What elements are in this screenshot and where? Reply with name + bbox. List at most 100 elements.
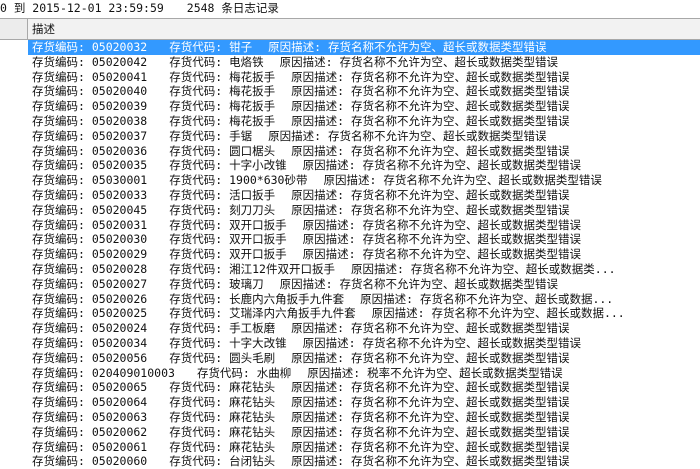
log-row[interactable]: 存货编码: 05020063 存货代码: 麻花钻头 原因描述: 存货名称不允许为空、… <box>0 409 700 425</box>
row-selector[interactable] <box>0 395 28 410</box>
column-header-description[interactable]: 描述 <box>28 19 55 39</box>
description-cell[interactable]: 存货编码: 05020029 存货代码: 双开口扳手 原因描述: 存货名称不允许为空… <box>28 247 700 262</box>
description-cell[interactable]: 存货编码: 05020037 存货代码: 手锯 原因描述: 存货名称不允许为空、超长… <box>28 129 700 144</box>
log-row[interactable]: 存货编码: 05020040 存货代码: 梅花扳手 原因描述: 存货名称不允许为空、… <box>0 84 700 100</box>
log-row[interactable]: 存货编码: 05020035 存货代码: 十字小改锥 原因描述: 存货名称不允许为空… <box>0 158 700 174</box>
log-row[interactable]: 存货编码: 05020024 存货代码: 手工板磨 原因描述: 存货名称不允许为空、… <box>0 321 700 336</box>
description-cell[interactable]: 存货编码: 05020042 存货代码: 电烙铁 原因描述: 存货名称不允许为空、超… <box>28 55 700 70</box>
log-row[interactable]: 存货编码: 05030001 存货代码: 1900*630砂带 原因描述: 存货名称… <box>0 173 700 188</box>
row-selector[interactable] <box>0 365 28 381</box>
inventory-name-text: 存货代码: 手工板磨 <box>169 321 276 336</box>
row-selector[interactable] <box>0 202 28 218</box>
inventory-name-text: 存货代码: 艾瑞泽内六角扳手九件套 <box>169 306 356 321</box>
log-row[interactable]: 存货编码: 05020034 存货代码: 十字大改锥 原因描述: 存货名称不允许为空… <box>0 335 700 351</box>
row-selector[interactable] <box>0 173 28 188</box>
log-row[interactable]: 存货编码: 05020032 存货代码: 钳子 原因描述: 存货名称不允许为空、超长… <box>0 40 700 55</box>
row-selector[interactable] <box>0 247 28 262</box>
row-selector[interactable] <box>0 99 28 114</box>
inventory-code-text: 存货编码: 05020026 <box>32 291 148 306</box>
log-row[interactable]: 存货编码: 05020026 存货代码: 长鹿内六角扳手九件套 原因描述: 存货名称… <box>0 291 700 307</box>
reason-text: 原因描述: 存货名称不允许为空、超长或数据类型错误 <box>302 247 581 262</box>
row-selector[interactable] <box>0 84 28 100</box>
description-cell[interactable]: 存货编码: 05020030 存货代码: 双开口扳手 原因描述: 存货名称不允许为空… <box>28 232 700 247</box>
row-selector[interactable] <box>0 217 28 233</box>
row-selector[interactable] <box>0 291 28 307</box>
inventory-name-text: 存货代码: 电烙铁 <box>169 54 264 69</box>
description-cell[interactable]: 存货编码: 05020033 存货代码: 活口扳手 原因描述: 存货名称不允许为空、… <box>28 188 700 203</box>
description-cell[interactable]: 存货编码: 05020027 存货代码: 玻璃刀 原因描述: 存货名称不允许为空、超… <box>28 277 700 292</box>
inventory-code-text: 存货编码: 05020028 <box>32 261 148 276</box>
reason-text: 原因描述: 存货名称不允许为空、超长或数据类型错误 <box>268 128 547 143</box>
row-selector[interactable] <box>0 261 28 277</box>
log-row[interactable]: 存货编码: 05020064 存货代码: 麻花钻头 原因描述: 存货名称不允许为空、… <box>0 395 700 410</box>
log-row[interactable]: 存货编码: 05020042 存货代码: 电烙铁 原因描述: 存货名称不允许为空、超… <box>0 54 700 70</box>
log-row[interactable]: 存货编码: 020409010003 存货代码: 水曲柳 原因描述: 税率不允许为空… <box>0 365 700 381</box>
description-cell[interactable]: 存货编码: 05020065 存货代码: 麻花钻头 原因描述: 存货名称不允许为空、… <box>28 380 700 395</box>
log-row[interactable]: 存货编码: 05020060 存货代码: 台闭钻头 原因描述: 存货名称不允许为空、… <box>0 454 700 469</box>
row-selector[interactable] <box>0 187 28 203</box>
description-cell[interactable]: 存货编码: 05020036 存货代码: 圆口椐头 原因描述: 存货名称不允许为空、… <box>28 144 700 159</box>
row-selector[interactable] <box>0 409 28 425</box>
row-selector[interactable] <box>0 335 28 351</box>
description-cell[interactable]: 存货编码: 05020056 存货代码: 圆头毛刷 原因描述: 存货名称不允许为空、… <box>28 351 700 366</box>
reason-text: 原因描述: 存货名称不允许为空、超长或数据类型错误 <box>291 380 570 395</box>
log-row[interactable]: 存货编码: 05020041 存货代码: 梅花扳手 原因描述: 存货名称不允许为空、… <box>0 69 700 85</box>
description-cell[interactable]: 存货编码: 05020035 存货代码: 十字小改锥 原因描述: 存货名称不允许为空… <box>28 158 700 173</box>
inventory-name-text: 存货代码: 麻花钻头 <box>169 424 276 439</box>
description-cell[interactable]: 存货编码: 020409010003 存货代码: 水曲柳 原因描述: 税率不允许为空… <box>28 366 700 381</box>
description-cell[interactable]: 存货编码: 05020032 存货代码: 钳子 原因描述: 存货名称不允许为空、超长… <box>28 40 700 55</box>
log-row[interactable]: 存货编码: 05020036 存货代码: 圆口椐头 原因描述: 存货名称不允许为空、… <box>0 143 700 159</box>
log-row[interactable]: 存货编码: 05020031 存货代码: 双开口扳手 原因描述: 存货名称不允许为空… <box>0 217 700 233</box>
log-row[interactable]: 存货编码: 05020027 存货代码: 玻璃刀 原因描述: 存货名称不允许为空、超… <box>0 276 700 292</box>
description-cell[interactable]: 存货编码: 05020064 存货代码: 麻花钻头 原因描述: 存货名称不允许为空、… <box>28 395 700 410</box>
inventory-name-text: 存货代码: 梅花扳手 <box>169 113 276 128</box>
log-row[interactable]: 存货编码: 05020025 存货代码: 艾瑞泽内六角扳手九件套 原因描述: 存货名… <box>0 306 700 322</box>
description-cell[interactable]: 存货编码: 05020028 存货代码: 湘江12件双开口扳手 原因描述: 存货名称… <box>28 262 700 277</box>
inventory-code-text: 存货编码: 05020029 <box>32 247 148 262</box>
log-row[interactable]: 存货编码: 05020056 存货代码: 圆头毛刷 原因描述: 存货名称不允许为空、… <box>0 350 700 366</box>
description-cell[interactable]: 存货编码: 05020045 存货代码: 刻刀刀头 原因描述: 存货名称不允许为空、… <box>28 203 700 218</box>
log-row[interactable]: 存货编码: 05020028 存货代码: 湘江12件双开口扳手 原因描述: 存货名称… <box>0 261 700 277</box>
row-selector[interactable] <box>0 158 28 174</box>
log-row[interactable]: 存货编码: 05020037 存货代码: 手锯 原因描述: 存货名称不允许为空、超长… <box>0 128 700 144</box>
description-cell[interactable]: 存货编码: 05020041 存货代码: 梅花扳手 原因描述: 存货名称不允许为空、… <box>28 70 700 85</box>
description-cell[interactable]: 存货编码: 05020025 存货代码: 艾瑞泽内六角扳手九件套 原因描述: 存货名… <box>28 306 700 321</box>
description-cell[interactable]: 存货编码: 05030001 存货代码: 1900*630砂带 原因描述: 存货名称… <box>28 173 700 188</box>
row-selector[interactable] <box>0 143 28 159</box>
row-selector[interactable] <box>0 113 28 129</box>
description-cell[interactable]: 存货编码: 05020024 存货代码: 手工板磨 原因描述: 存货名称不允许为空、… <box>28 321 700 336</box>
row-selector[interactable] <box>0 69 28 85</box>
row-selector[interactable] <box>0 232 28 248</box>
log-row[interactable]: 存货编码: 05020038 存货代码: 梅花扳手 原因描述: 存货名称不允许为空、… <box>0 113 700 129</box>
row-selector[interactable] <box>0 54 28 70</box>
row-selector[interactable] <box>0 321 28 336</box>
description-cell[interactable]: 存货编码: 05020061 存货代码: 麻花钻头 原因描述: 存货名称不允许为空、… <box>28 440 700 455</box>
log-row[interactable]: 存货编码: 05020062 存货代码: 麻花钻头 原因描述: 存货名称不允许为空、… <box>0 424 700 440</box>
row-selector[interactable] <box>0 424 28 440</box>
log-row[interactable]: 存货编码: 05020039 存货代码: 梅花扳手 原因描述: 存货名称不允许为空、… <box>0 99 700 114</box>
row-selector[interactable] <box>0 306 28 322</box>
description-cell[interactable]: 存货编码: 05020031 存货代码: 双开口扳手 原因描述: 存货名称不允许为空… <box>28 218 700 233</box>
log-row[interactable]: 存货编码: 05020065 存货代码: 麻花钻头 原因描述: 存货名称不允许为空、… <box>0 380 700 396</box>
row-selector[interactable] <box>0 40 28 55</box>
description-cell[interactable]: 存货编码: 05020038 存货代码: 梅花扳手 原因描述: 存货名称不允许为空、… <box>28 114 700 129</box>
description-cell[interactable]: 存货编码: 05020060 存货代码: 台闭钻头 原因描述: 存货名称不允许为空、… <box>28 454 700 469</box>
log-row[interactable]: 存货编码: 05020061 存货代码: 麻花钻头 原因描述: 存货名称不允许为空、… <box>0 439 700 455</box>
row-selector[interactable] <box>0 454 28 469</box>
log-row[interactable]: 存货编码: 05020030 存货代码: 双开口扳手 原因描述: 存货名称不允许为空… <box>0 232 700 248</box>
row-selector[interactable] <box>0 276 28 292</box>
description-cell[interactable]: 存货编码: 05020040 存货代码: 梅花扳手 原因描述: 存货名称不允许为空、… <box>28 84 700 99</box>
log-row[interactable]: 存货编码: 05020045 存货代码: 刻刀刀头 原因描述: 存货名称不允许为空、… <box>0 202 700 218</box>
description-cell[interactable]: 存货编码: 05020026 存货代码: 长鹿内六角扳手九件套 原因描述: 存货名称… <box>28 292 700 307</box>
inventory-name-text: 存货代码: 玻璃刀 <box>169 276 264 291</box>
description-cell[interactable]: 存货编码: 05020063 存货代码: 麻花钻头 原因描述: 存货名称不允许为空、… <box>28 410 700 425</box>
row-selector[interactable] <box>0 439 28 455</box>
log-row[interactable]: 存货编码: 05020029 存货代码: 双开口扳手 原因描述: 存货名称不允许为空… <box>0 247 700 262</box>
row-selector[interactable] <box>0 350 28 366</box>
description-cell[interactable]: 存货编码: 05020039 存货代码: 梅花扳手 原因描述: 存货名称不允许为空、… <box>28 99 700 114</box>
description-cell[interactable]: 存货编码: 05020034 存货代码: 十字大改锥 原因描述: 存货名称不允许为空… <box>28 336 700 351</box>
log-row[interactable]: 存货编码: 05020033 存货代码: 活口扳手 原因描述: 存货名称不允许为空、… <box>0 187 700 203</box>
row-selector[interactable] <box>0 380 28 396</box>
description-cell[interactable]: 存货编码: 05020062 存货代码: 麻花钻头 原因描述: 存货名称不允许为空、… <box>28 425 700 440</box>
row-selector[interactable] <box>0 128 28 144</box>
